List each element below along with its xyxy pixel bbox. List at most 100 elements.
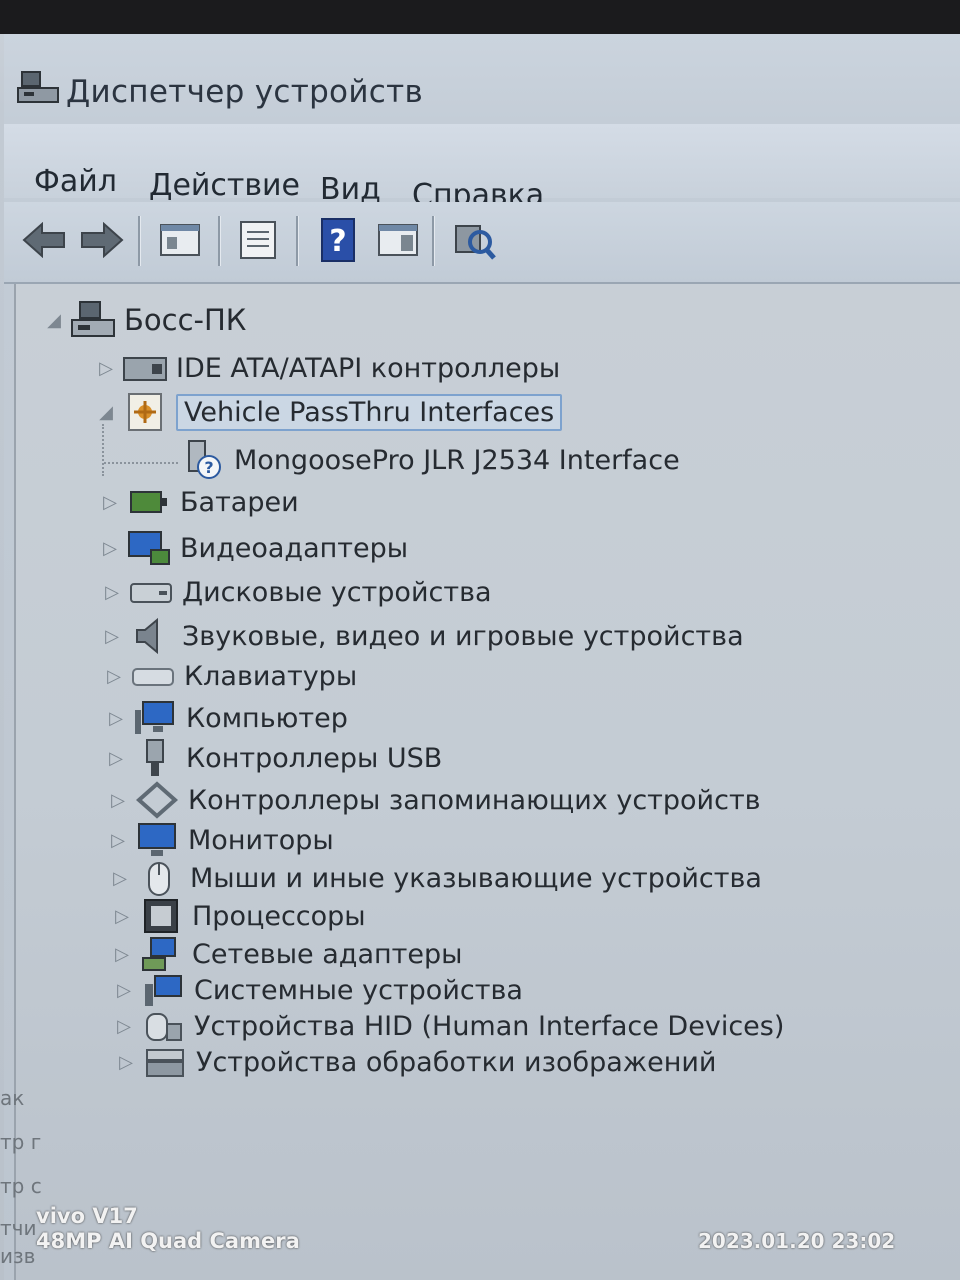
- tree-item-keyboards[interactable]: ▷ Клавиатуры: [104, 656, 357, 696]
- tree-item-hid[interactable]: ▷ Устройства HID (Human Interface Device…: [114, 1006, 784, 1046]
- sound-icon: [128, 616, 174, 656]
- tree-item-ide[interactable]: ▷ IDE ATA/ATAPI контроллеры: [96, 348, 560, 388]
- expand-arrow-icon[interactable]: ▷: [102, 580, 122, 604]
- expand-arrow-icon[interactable]: ▷: [106, 746, 126, 770]
- scan-hardware-icon[interactable]: [448, 214, 500, 266]
- device-tree[interactable]: ◢ Босс-ПК ▷ IDE ATA/ATAPI контроллеры ◢: [14, 284, 960, 1280]
- expand-arrow-icon[interactable]: ▷: [108, 828, 128, 852]
- screen: Диспетчер устройств Файл Действие Вид Сп…: [0, 34, 960, 1280]
- expand-arrow-icon[interactable]: ▷: [106, 706, 126, 730]
- menu-file[interactable]: Файл: [34, 164, 117, 199]
- tree-item-label: Контроллеры запоминающих устройств: [188, 784, 761, 816]
- expand-arrow-icon[interactable]: ▷: [116, 1050, 136, 1074]
- edge-fragment: тчи: [0, 1216, 37, 1240]
- expand-arrow-icon[interactable]: ▷: [104, 664, 124, 688]
- expand-arrow-icon[interactable]: ▷: [108, 788, 128, 812]
- expand-arrow-icon[interactable]: ▷: [114, 978, 134, 1002]
- collapse-arrow-icon[interactable]: ◢: [96, 400, 116, 424]
- root-label: Босс-ПК: [124, 303, 247, 337]
- tree-root[interactable]: ◢ Босс-ПК: [44, 300, 246, 340]
- keyboard-icon: [130, 656, 176, 696]
- camera-spec-watermark: 48MP AI Quad Camera: [36, 1229, 300, 1253]
- window-title: Диспетчер устройств: [66, 74, 424, 110]
- storage-controller-icon: [134, 780, 180, 820]
- expand-arrow-icon[interactable]: ▷: [102, 624, 122, 648]
- expand-arrow-icon[interactable]: ▷: [96, 356, 116, 380]
- tree-item-system[interactable]: ▷ Системные устройства: [114, 970, 523, 1010]
- passthru-interface-icon: [122, 392, 168, 432]
- timestamp-watermark: 2023.01.20 23:02: [698, 1229, 896, 1253]
- tree-item-display-adapters[interactable]: ▷ Видеоадаптеры: [100, 528, 408, 568]
- device-manager-window: Диспетчер устройств Файл Действие Вид Сп…: [4, 34, 960, 1280]
- forward-arrow-icon[interactable]: [76, 214, 128, 266]
- tree-item-label: Звуковые, видео и игровые устройства: [182, 620, 744, 652]
- hid-icon: [140, 1006, 186, 1046]
- computer-root-icon: [70, 300, 116, 340]
- tree-item-label: MongoosePro JLR J2534 Interface: [234, 444, 680, 476]
- tree-item-storage-controllers[interactable]: ▷ Контроллеры запоминающих устройств: [108, 780, 761, 820]
- expand-arrow-icon[interactable]: ▷: [110, 866, 130, 890]
- collapse-arrow-icon[interactable]: ◢: [44, 308, 64, 332]
- properties-icon[interactable]: [232, 214, 284, 266]
- tree-item-sound[interactable]: ▷ Звуковые, видео и игровые устройства: [102, 616, 744, 656]
- expand-arrow-icon[interactable]: ▷: [114, 1014, 134, 1038]
- tree-item-label: Системные устройства: [194, 974, 523, 1006]
- computer-icon: [132, 698, 178, 738]
- toolbar: ?: [4, 202, 960, 284]
- tree-item-imaging[interactable]: ▷ Устройства обработки изображений: [116, 1042, 716, 1082]
- svg-text:?: ?: [204, 458, 213, 477]
- back-arrow-icon[interactable]: [18, 214, 70, 266]
- tree-item-label: Видеоадаптеры: [180, 532, 409, 564]
- tree-item-label: Мониторы: [188, 824, 334, 856]
- tree-item-mongoose[interactable]: ? MongoosePro JLR J2534 Interface: [180, 440, 680, 480]
- svg-text:?: ?: [329, 224, 346, 259]
- tree-item-batteries[interactable]: ▷ Батареи: [100, 482, 299, 522]
- system-device-icon: [140, 970, 186, 1010]
- edge-fragment: изв: [0, 1244, 36, 1268]
- tree-item-disk-drives[interactable]: ▷ Дисковые устройства: [102, 572, 492, 612]
- action-pane-icon[interactable]: [372, 214, 424, 266]
- tree-item-label: Vehicle PassThru Interfaces: [176, 393, 563, 431]
- tree-item-label: Процессоры: [192, 900, 366, 932]
- tree-item-network[interactable]: ▷ Сетевые адаптеры: [112, 934, 462, 974]
- mouse-icon: [136, 858, 182, 898]
- tree-item-vehicle-passthru[interactable]: ◢ Vehicle PassThru Interfaces: [96, 392, 563, 432]
- edge-fragment: тр г: [0, 1130, 42, 1154]
- expand-arrow-icon[interactable]: ▷: [112, 904, 132, 928]
- device-manager-icon: [17, 71, 59, 103]
- expand-arrow-icon[interactable]: ▷: [100, 490, 120, 514]
- monitor-icon: [134, 820, 180, 860]
- tree-item-label: Компьютер: [186, 702, 348, 734]
- camera-model-watermark: vivo V17: [36, 1204, 138, 1228]
- tree-item-usb[interactable]: ▷ Контроллеры USB: [106, 738, 442, 778]
- tree-item-label: IDE ATA/ATAPI контроллеры: [176, 352, 561, 384]
- expand-arrow-icon[interactable]: ▷: [100, 536, 120, 560]
- battery-icon: [126, 482, 172, 522]
- imaging-device-icon: [142, 1042, 188, 1082]
- tree-item-label: Батареи: [180, 486, 299, 518]
- tree-item-computer[interactable]: ▷ Компьютер: [106, 698, 348, 738]
- unknown-device-icon: ?: [180, 440, 226, 480]
- tree-item-mice[interactable]: ▷ Мыши и иные указывающие устройства: [110, 858, 762, 898]
- processor-icon: [138, 896, 184, 936]
- expand-arrow-icon[interactable]: ▷: [112, 942, 132, 966]
- disk-drive-icon: [128, 572, 174, 612]
- tree-item-monitors[interactable]: ▷ Мониторы: [108, 820, 334, 860]
- tree-item-label: Клавиатуры: [184, 660, 358, 692]
- tree-item-processors[interactable]: ▷ Процессоры: [112, 896, 366, 936]
- tree-item-label: Сетевые адаптеры: [192, 938, 463, 970]
- menu-bar: Файл Действие Вид Справка: [4, 124, 960, 213]
- tree-item-label: Устройства обработки изображений: [196, 1046, 717, 1078]
- tree-item-label: Дисковые устройства: [182, 576, 492, 608]
- help-icon[interactable]: ?: [312, 214, 364, 266]
- ide-controller-icon: [122, 348, 168, 388]
- edge-fragment: тр с: [0, 1174, 42, 1198]
- display-adapter-icon: [126, 528, 172, 568]
- show-hide-console-tree-icon[interactable]: [154, 214, 206, 266]
- tree-item-label: Устройства HID (Human Interface Devices): [194, 1010, 785, 1042]
- edge-fragment: ак: [0, 1086, 25, 1110]
- usb-icon: [132, 738, 178, 778]
- menu-action[interactable]: Действие: [149, 168, 300, 203]
- network-adapter-icon: [138, 934, 184, 974]
- tree-item-label: Мыши и иные указывающие устройства: [190, 862, 762, 894]
